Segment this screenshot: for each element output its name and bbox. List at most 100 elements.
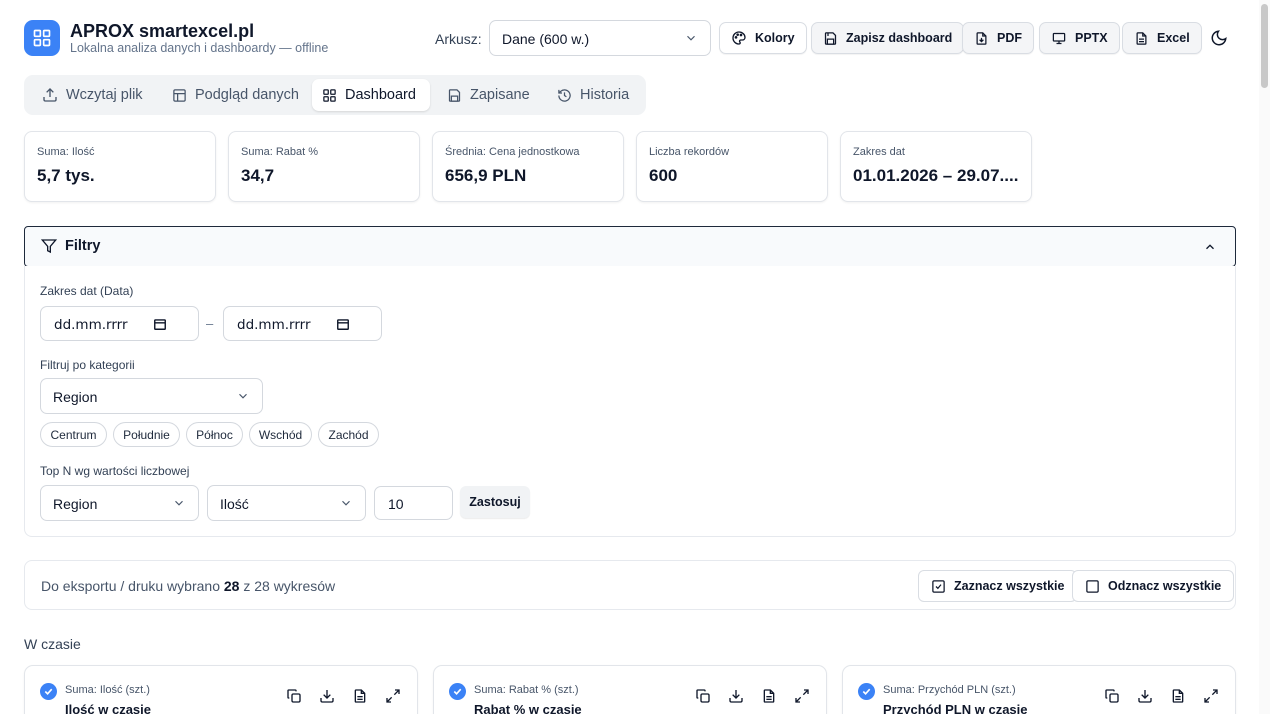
palette-icon bbox=[732, 31, 746, 45]
sheet-select-value: Dane (600 w.) bbox=[502, 31, 590, 47]
deselect-all-label: Odznacz wszystkie bbox=[1108, 579, 1222, 593]
category-chip[interactable]: Centrum bbox=[40, 422, 107, 447]
check-icon bbox=[453, 688, 462, 695]
topn-count-input[interactable]: 10 bbox=[374, 486, 453, 520]
pdf-button[interactable]: PDF bbox=[962, 22, 1034, 54]
tab-upload[interactable]: Wczytaj plik bbox=[32, 79, 153, 111]
topn-group-select[interactable]: Region bbox=[40, 485, 199, 521]
chart-select-checkbox[interactable] bbox=[858, 683, 875, 700]
spreadsheet-icon[interactable] bbox=[761, 688, 777, 704]
tab-saved[interactable]: Zapisane bbox=[437, 79, 540, 111]
category-chip[interactable]: Północ bbox=[186, 422, 243, 447]
pptx-button-label: PPTX bbox=[1075, 31, 1108, 45]
history-icon bbox=[558, 88, 571, 102]
spreadsheet-icon bbox=[1136, 31, 1147, 45]
category-chip[interactable]: Południe bbox=[113, 422, 180, 447]
kpi-label: Suma: Ilość bbox=[37, 146, 95, 158]
chart-card-subtitle: Suma: Przychód PLN (szt.) bbox=[883, 684, 1016, 696]
expand-icon[interactable] bbox=[794, 688, 810, 704]
grid-icon bbox=[33, 29, 51, 47]
app-subtitle: Lokalna analiza danych i dashboardy — of… bbox=[70, 41, 329, 55]
chevron-up-icon bbox=[1206, 244, 1214, 250]
sheet-select[interactable]: Dane (600 w.) bbox=[489, 20, 711, 56]
spreadsheet-icon[interactable] bbox=[1170, 688, 1186, 704]
kpi-value: 656,9 PLN bbox=[445, 166, 527, 185]
excel-button[interactable]: Excel bbox=[1122, 22, 1202, 54]
chart-card-subtitle: Suma: Rabat % (szt.) bbox=[474, 684, 579, 696]
date-to-input[interactable]: dd.mm.rrrr bbox=[223, 306, 382, 341]
chart-select-checkbox[interactable] bbox=[449, 683, 466, 700]
app-header: APROX smartexcel.pl Lokalna analiza dany… bbox=[24, 20, 1236, 58]
category-chip[interactable]: Zachód bbox=[318, 422, 379, 447]
save-dashboard-button[interactable]: Zapisz dashboard bbox=[811, 22, 965, 54]
tab-history[interactable]: Historia bbox=[547, 79, 639, 111]
chart-card-title: Rabat % w czasie bbox=[474, 702, 582, 714]
chart-card-actions bbox=[286, 688, 401, 704]
pptx-button[interactable]: PPTX bbox=[1039, 22, 1120, 54]
colors-button-label: Kolory bbox=[755, 31, 795, 45]
export-bar: Do eksportu / druku wybrano 28 z 28 wykr… bbox=[24, 560, 1236, 610]
scrollbar-thumb[interactable] bbox=[1261, 4, 1268, 88]
dashboard-icon bbox=[323, 88, 336, 102]
category-select[interactable]: Region bbox=[40, 378, 263, 414]
tab-dashboard[interactable]: Dashboard bbox=[312, 79, 430, 111]
kpi-label: Liczba rekordów bbox=[649, 146, 730, 158]
chart-select-checkbox[interactable] bbox=[40, 683, 57, 700]
filters-toggle[interactable]: Filtry bbox=[24, 226, 1236, 267]
tab-history-label: Historia bbox=[580, 87, 630, 103]
upload-icon bbox=[43, 88, 57, 102]
kpi-label: Zakres dat bbox=[853, 146, 905, 158]
copy-icon[interactable] bbox=[286, 688, 302, 704]
kpi-value: 01.01.2026 – 29.07.... bbox=[853, 166, 1019, 185]
dark-mode-icon[interactable] bbox=[1210, 29, 1228, 47]
expand-icon[interactable] bbox=[1203, 688, 1219, 704]
export-summary: Do eksportu / druku wybrano 28 z 28 wykr… bbox=[41, 578, 335, 594]
category-select-value: Region bbox=[53, 389, 98, 405]
pdf-button-label: PDF bbox=[997, 31, 1022, 45]
kpi-value: 600 bbox=[649, 166, 678, 185]
page-scrollbar[interactable] bbox=[1259, 0, 1270, 714]
download-icon[interactable] bbox=[1137, 688, 1153, 704]
kpi-card: Suma: Rabat % 34,7 bbox=[228, 131, 420, 202]
sheet-label: Arkusz: bbox=[435, 31, 482, 47]
topn-count-value: 10 bbox=[388, 496, 404, 512]
chart-card-subtitle: Suma: Ilość (szt.) bbox=[65, 684, 150, 696]
expand-icon[interactable] bbox=[385, 688, 401, 704]
app-logo bbox=[24, 20, 60, 56]
select-all-label: Zaznacz wszystkie bbox=[954, 579, 1065, 593]
copy-icon[interactable] bbox=[695, 688, 711, 704]
select-all-button[interactable]: Zaznacz wszystkie bbox=[918, 570, 1078, 602]
export-selected-count: 28 bbox=[223, 578, 240, 594]
save-icon bbox=[824, 31, 837, 45]
topn-label: Top N wg wartości liczbowej bbox=[40, 464, 190, 478]
category-chip[interactable]: Wschód bbox=[249, 422, 312, 447]
chart-card: Suma: Rabat % (szt.) Rabat % w czasie bbox=[433, 665, 827, 714]
deselect-all-button[interactable]: Odznacz wszystkie bbox=[1072, 570, 1235, 602]
tab-saved-label: Zapisane bbox=[470, 87, 530, 103]
filters-title: Filtry bbox=[41, 238, 100, 254]
copy-icon[interactable] bbox=[1104, 688, 1120, 704]
checkbox-empty-icon bbox=[1086, 579, 1099, 593]
file-download-icon bbox=[976, 31, 987, 45]
chart-card-actions bbox=[1104, 688, 1219, 704]
colors-button[interactable]: Kolory bbox=[719, 22, 807, 54]
kpi-label: Suma: Rabat % bbox=[241, 146, 319, 158]
kpi-card: Średnia: Cena jednostkowa 656,9 PLN bbox=[432, 131, 624, 202]
excel-button-label: Excel bbox=[1157, 31, 1190, 45]
date-from-placeholder: dd.mm.rrrr bbox=[54, 317, 128, 333]
app-title: APROX smartexcel.pl bbox=[70, 21, 255, 41]
topn-metric-select[interactable]: Ilość bbox=[207, 485, 366, 521]
tab-preview[interactable]: Podgląd danych bbox=[162, 79, 309, 111]
apply-button[interactable]: Zastosuj bbox=[460, 486, 530, 518]
chevron-down-icon bbox=[239, 393, 247, 399]
chart-card-actions bbox=[695, 688, 810, 704]
tab-dashboard-label: Dashboard bbox=[345, 87, 416, 103]
chart-card-title: Przychód PLN w czasie bbox=[883, 702, 1028, 714]
download-icon[interactable] bbox=[319, 688, 335, 704]
spreadsheet-icon[interactable] bbox=[352, 688, 368, 704]
date-from-input[interactable]: dd.mm.rrrr bbox=[40, 306, 199, 341]
chart-card-title: Ilość w czasie bbox=[65, 702, 151, 714]
date-separator: – bbox=[206, 316, 214, 331]
download-icon[interactable] bbox=[728, 688, 744, 704]
kpi-card: Liczba rekordów 600 bbox=[636, 131, 828, 202]
